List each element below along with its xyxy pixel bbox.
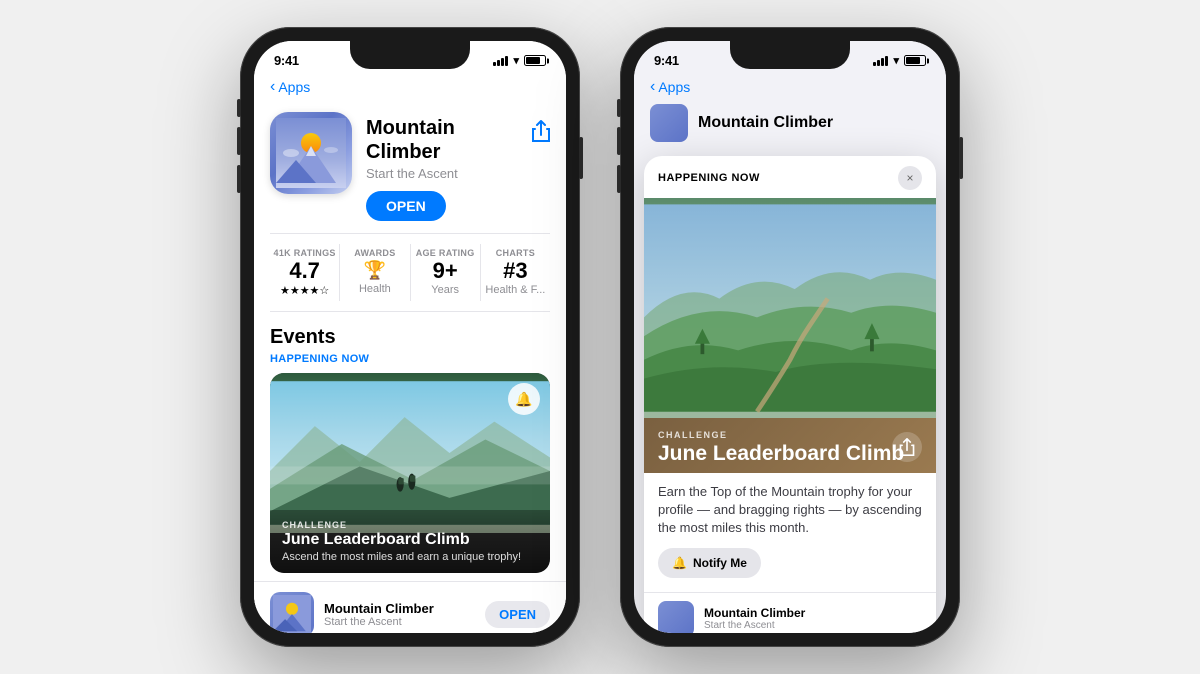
mini-app-icon [270,592,314,633]
battery-icon-2 [904,55,926,66]
power-button-2 [959,137,963,179]
back-chevron-1: ‹ [270,78,275,96]
age-label: AGE RATING [411,248,480,258]
happening-now-label: HAPPENING NOW [270,353,550,365]
status-icons-2: ▾ [873,54,926,67]
ratings-label: 41K RATINGS [270,248,339,258]
open-button[interactable]: OPEN [366,191,446,221]
event-content: CHALLENGE June Leaderboard Climb Ascend … [270,510,550,573]
back-nav-1[interactable]: ‹ Apps [254,74,566,104]
event-card[interactable]: 🔔 CHALLENGE June Leaderboard Climb Ascen… [270,373,550,573]
popup-challenge-label: CHALLENGE [658,430,922,440]
app-icon [270,112,352,194]
notch-1 [350,41,470,69]
volume-up-button-2 [617,127,621,155]
back-label-1: Apps [278,79,310,95]
popup-share-button[interactable] [892,432,922,462]
chart-sub: Health & F... [481,284,550,296]
share-icon [532,120,550,142]
popup-content-overlay: CHALLENGE June Leaderboard Climb [644,418,936,473]
popup-close-button[interactable]: × [898,166,922,190]
appstore-screen: 9:41 ▾ ‹ Apps [254,41,566,633]
stat-awards: AWARDS 🏆 Health [340,244,410,301]
chart-value: #3 [481,258,550,284]
volume-down-button [237,165,241,193]
popup-landscape-svg [644,198,936,418]
app-icon-svg [276,118,346,188]
close-x-icon: × [906,171,913,185]
silent-switch [237,99,241,117]
chart-label: CHARTS [481,248,550,258]
app-subtitle: Start the Ascent [366,166,518,181]
wifi-icon: ▾ [513,54,519,67]
popup-app-icon-small [658,601,694,633]
age-sub: Years [411,284,480,296]
event-popup: HAPPENING NOW × [644,156,936,633]
popup-happening-badge: HAPPENING NOW [658,172,760,184]
stat-chart: CHARTS #3 Health & F... [481,244,550,301]
wifi-icon-2: ▾ [893,54,899,67]
volume-up-button [237,127,241,155]
mini-app-info: Mountain Climber Start the Ascent [324,601,475,628]
volume-down-button-2 [617,165,621,193]
popup-mini-info: Mountain Climber Start the Ascent [704,606,922,631]
signal-icon [493,56,508,66]
awards-label: AWARDS [340,248,409,258]
battery-icon [524,55,546,66]
mini-app-name: Mountain Climber [324,601,475,616]
back-chevron-2: ‹ [650,78,655,96]
rating-value: 4.7 [270,258,339,284]
events-section: Events HAPPENING NOW [254,312,566,581]
silent-switch-2 [617,99,621,117]
popup-image [644,198,936,418]
app-name: Mountain Climber [366,116,518,164]
signal-icon-2 [873,56,888,66]
events-title: Events [270,326,550,349]
event-desc: Ascend the most miles and earn a unique … [282,551,538,563]
phone-screen-2: 9:41 ▾ ‹ Apps [634,41,946,633]
stat-ratings: 41K RATINGS 4.7 ★★★★☆ [270,244,340,301]
popup-mini-name: Mountain Climber [704,606,922,620]
notify-me-button[interactable]: 🔔 Notify Me [658,548,761,578]
stats-row: 41K RATINGS 4.7 ★★★★☆ AWARDS 🏆 Health AG… [270,233,550,312]
mini-icon-svg [273,595,311,633]
phone-2: 9:41 ▾ ‹ Apps [620,27,960,647]
bell-icon: 🔔 [672,556,687,570]
notch-2 [730,41,850,69]
app-info: Mountain Climber Start the Ascent OPEN [366,112,518,221]
detail-app-name: Mountain Climber [698,114,833,132]
back-label-2: Apps [658,79,690,95]
status-time-2: 9:41 [654,53,679,68]
share-button[interactable] [532,112,550,148]
awards-sub: Health [340,283,409,295]
phone-1: 9:41 ▾ ‹ Apps [240,27,580,647]
detail-app-icon [650,104,688,142]
status-time-1: 9:41 [274,53,299,68]
age-value: 9+ [411,258,480,284]
event-type: CHALLENGE [282,520,538,530]
mini-open-button[interactable]: OPEN [485,601,550,628]
detail-title-row: Mountain Climber [634,104,946,152]
notify-label: Notify Me [693,556,747,570]
status-icons-1: ▾ [493,54,546,67]
popup-mini-sub: Start the Ascent [704,620,922,631]
mini-app-card: Mountain Climber Start the Ascent OPEN [254,581,566,633]
stat-age: AGE RATING 9+ Years [411,244,481,301]
share-icon-2 [899,438,915,456]
back-nav-2[interactable]: ‹ Apps [634,74,946,104]
editors-choice-icon: 🏆 [340,260,409,281]
popup-description: Earn the Top of the Mountain trophy for … [644,473,936,546]
phone-screen-1: 9:41 ▾ ‹ Apps [254,41,566,633]
power-button [579,137,583,179]
event-detail-screen: 9:41 ▾ ‹ Apps [634,41,946,633]
stars: ★★★★☆ [270,284,339,297]
mini-app-sub: Start the Ascent [324,616,475,628]
popup-event-title: June Leaderboard Climb [658,442,922,465]
event-title: June Leaderboard Climb [282,530,538,549]
app-header: Mountain Climber Start the Ascent OPEN [254,104,566,233]
popup-app-row: Mountain Climber Start the Ascent [644,592,936,633]
popup-header: HAPPENING NOW × [644,156,936,198]
